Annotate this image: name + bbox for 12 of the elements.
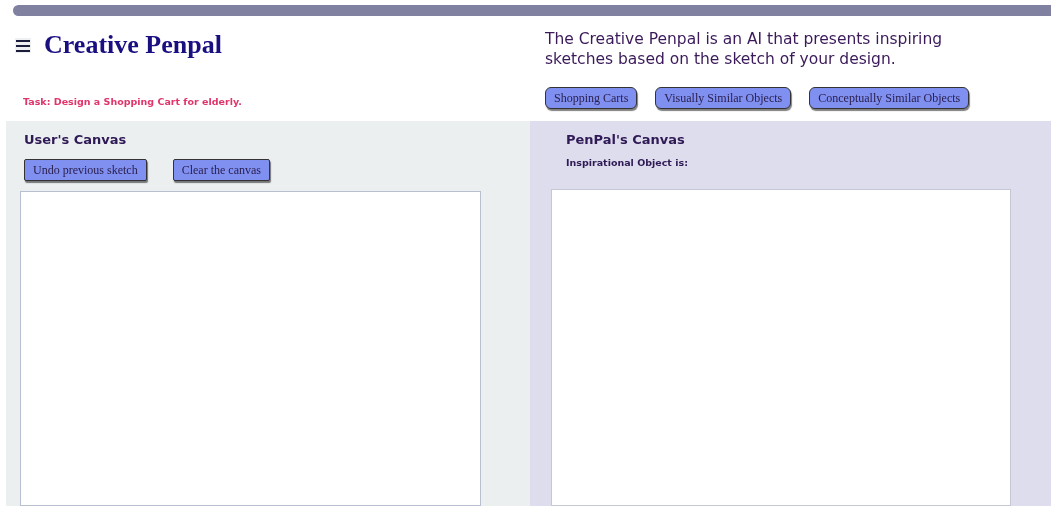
canvas-heading: User's Canvas <box>24 131 128 149</box>
canvas-heading: PenPal's Canvas <box>566 131 686 149</box>
canvas-button[interactable]: Undo previous sketch <box>24 158 147 181</box>
task-text: Task: Design a Shopping Cart for elderly. <box>23 95 243 109</box>
app-title: Creative Penpal <box>44 32 222 58</box>
inspiration-label: Inspirational Object is: <box>566 155 689 170</box>
canvas-button[interactable]: Clear the canvas <box>172 158 270 181</box>
category-button[interactable]: Conceptually Similar Objects <box>809 87 970 109</box>
category-button[interactable]: Visually Similar Objects <box>655 87 792 109</box>
category-button[interactable]: Shopping Carts <box>545 87 638 109</box>
description-text: The Creative Penpal is an AI that presents inspiring sketches based on the sketch of your design. <box>545 29 944 69</box>
menu-icon[interactable] <box>15 37 31 53</box>
